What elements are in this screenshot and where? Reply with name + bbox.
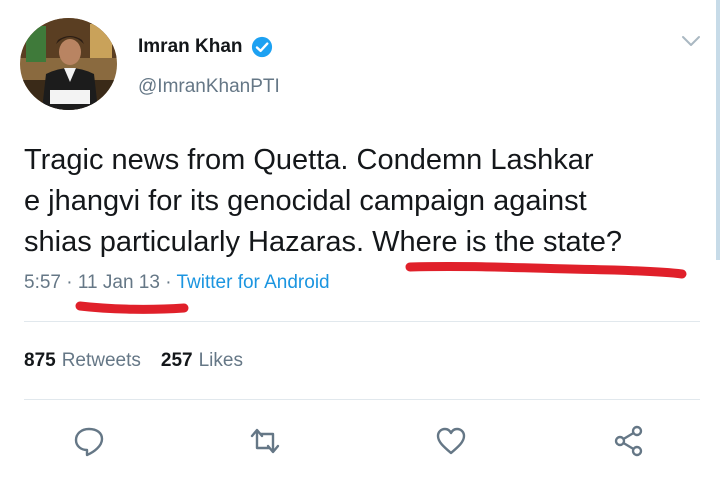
chevron-down-icon[interactable] [681, 34, 701, 48]
tweet-actions [0, 424, 720, 460]
verified-badge-icon [251, 36, 273, 58]
retweets-stat[interactable]: 875 Retweets [24, 350, 141, 372]
tweet-date[interactable]: 11 Jan 13 [78, 272, 160, 293]
tweet-text-line: e jhangvi for its genocidal campaign aga… [24, 185, 587, 217]
retweets-count: 875 [24, 350, 56, 371]
tweet-text: Tragic news from Quetta. Condemn Lashkar… [24, 140, 704, 263]
retweets-label: Retweets [61, 350, 141, 371]
tweet-text-line: Tragic news from Quetta. Condemn Lashkar [24, 144, 594, 176]
likes-label: Likes [198, 350, 243, 371]
avatar[interactable] [20, 18, 117, 110]
heart-icon[interactable] [434, 424, 468, 458]
divider [24, 399, 700, 400]
user-handle[interactable]: @ImranKhanPTI [138, 76, 280, 98]
divider [24, 321, 700, 322]
likes-count: 257 [160, 350, 193, 371]
red-underline-annotation [75, 301, 189, 314]
meta-separator: · [165, 272, 172, 293]
tweet-stats: 875 Retweets 257 Likes [24, 350, 243, 372]
tweet-meta: 5:57 · 11 Jan 13 · Twitter for Android [24, 272, 330, 294]
tweet-time[interactable]: 5:57 [24, 272, 61, 293]
retweet-icon[interactable] [248, 424, 282, 458]
tweet-source-link[interactable]: Twitter for Android [176, 272, 329, 293]
avatar-image [20, 18, 117, 110]
tweet-text-line: shias particularly Hazaras. Where is the… [24, 226, 622, 258]
scrollbar[interactable] [716, 0, 720, 260]
reply-icon[interactable] [72, 424, 106, 458]
display-name[interactable]: Imran Khan [138, 36, 243, 58]
likes-stat[interactable]: 257 Likes [161, 350, 243, 372]
meta-separator: · [66, 272, 73, 293]
share-icon[interactable] [612, 424, 646, 458]
